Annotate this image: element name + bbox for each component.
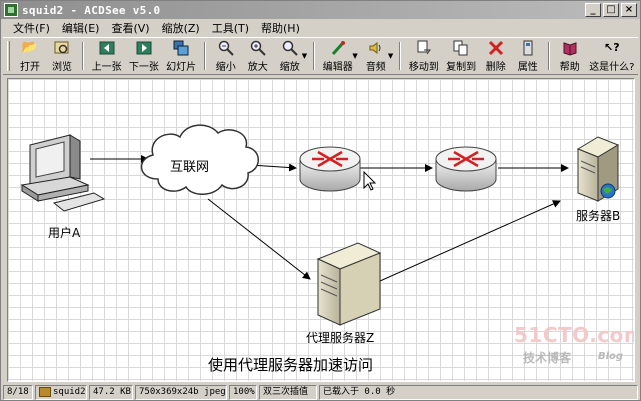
whats-this-icon: ↖? xyxy=(604,40,620,54)
internet-label: 互联网 xyxy=(170,160,210,175)
status-load-time: 已载入于 0.0 秒 xyxy=(319,385,638,400)
toolbar-separator xyxy=(547,42,550,70)
zoom-label: 缩放 xyxy=(279,61,300,73)
zoom-out-icon xyxy=(217,40,235,56)
close-button[interactable]: × xyxy=(621,3,637,17)
toolbar-grip[interactable] xyxy=(7,41,10,71)
toolbar-separator xyxy=(203,42,206,70)
watermark-sub: 技术博客 xyxy=(523,351,572,365)
properties-button[interactable]: 属性 xyxy=(512,38,544,74)
watermark-blog: Blog xyxy=(598,351,624,362)
whats-this-button[interactable]: ↖? 这是什么? xyxy=(586,38,638,74)
link-internet-proxy xyxy=(207,198,311,280)
editor-button[interactable]: 编辑器 xyxy=(319,38,356,74)
menu-view[interactable]: 查看(V) xyxy=(105,20,155,36)
browse-button[interactable]: 浏览 xyxy=(46,38,78,74)
whats-this-label: 这是什么? xyxy=(589,61,635,73)
help-label: 帮助 xyxy=(559,61,580,73)
menu-bar: 文件(F) 编辑(E) 查看(V) 缩放(Z) 工具(T) 帮助(H) xyxy=(1,19,640,36)
editor-label: 编辑器 xyxy=(322,61,353,73)
next-label: 下一张 xyxy=(128,61,159,73)
copy-to-icon xyxy=(452,40,470,56)
editor-dropdown-arrow-icon[interactable]: ▼ xyxy=(352,52,357,60)
zoom-in-icon xyxy=(249,40,267,56)
delete-icon xyxy=(487,40,505,56)
app-icon xyxy=(4,3,18,17)
move-to-button[interactable]: 移动到 xyxy=(405,38,442,74)
next-button[interactable]: 下一张 xyxy=(125,38,162,74)
open-label: 打开 xyxy=(19,61,40,73)
jpeg-file-icon xyxy=(39,386,51,397)
prev-label: 上一张 xyxy=(91,61,122,73)
window-controls: _ □ × xyxy=(585,3,637,17)
link-proxy-server xyxy=(379,200,561,282)
computer-icon xyxy=(20,134,106,212)
move-to-label: 移动到 xyxy=(408,61,439,73)
help-book-icon xyxy=(561,40,579,56)
proxy-label: 代理服务器Z xyxy=(306,331,375,345)
status-interpolation: 双三次插值 xyxy=(259,385,317,400)
server-b-label: 服务器B xyxy=(576,209,621,223)
image-viewer[interactable]: 用户A 互联网 代理服务器Z 服务器B 使用代理服务器加速访问 51CTO.co… xyxy=(7,78,635,382)
proxy-server-icon xyxy=(316,242,382,326)
status-info: 750x369x24b jpeg xyxy=(135,385,227,400)
prev-icon xyxy=(98,40,116,56)
status-zoom: 100% xyxy=(229,385,257,400)
toolbar: 📂 打开 浏览 上一张 下一张 幻灯片 缩小 放大 缩放 ▼ 编辑器 ▼ 音频 … xyxy=(3,37,638,75)
server-icon xyxy=(576,136,620,202)
menu-edit[interactable]: 编辑(E) xyxy=(56,20,106,36)
router-icon xyxy=(299,146,361,192)
properties-label: 属性 xyxy=(517,61,538,73)
slideshow-label: 幻灯片 xyxy=(166,61,197,73)
browse-icon xyxy=(53,40,71,56)
acdsee-window: squid2 - ACDSee v5.0 _ □ × 文件(F) 编辑(E) 查… xyxy=(0,0,641,401)
copy-to-label: 复制到 xyxy=(446,61,477,73)
status-file-name: squid2 xyxy=(53,387,86,397)
audio-dropdown-arrow-icon[interactable]: ▼ xyxy=(388,52,393,60)
status-index: 8/18 xyxy=(3,385,33,400)
browse-label: 浏览 xyxy=(51,61,72,73)
window-title: squid2 - ACDSee v5.0 xyxy=(22,3,161,17)
prev-button[interactable]: 上一张 xyxy=(88,38,125,74)
editor-icon xyxy=(329,40,347,56)
menu-tools[interactable]: 工具(T) xyxy=(206,20,255,36)
help-button[interactable]: 帮助 xyxy=(554,38,586,74)
menu-help[interactable]: 帮助(H) xyxy=(255,20,306,36)
router-icon xyxy=(435,146,497,192)
slideshow-button[interactable]: 幻灯片 xyxy=(163,38,200,74)
delete-button[interactable]: 删除 xyxy=(480,38,512,74)
move-to-icon xyxy=(415,40,433,56)
toolbar-separator xyxy=(81,42,84,70)
mouse-cursor-icon xyxy=(363,170,377,191)
zoom-in-label: 放大 xyxy=(247,61,268,73)
status-size: 47.2 KB xyxy=(89,385,133,400)
audio-label: 音频 xyxy=(365,61,386,73)
title-bar[interactable]: squid2 - ACDSee v5.0 _ □ × xyxy=(1,1,640,19)
next-icon xyxy=(135,40,153,56)
diagram-caption: 使用代理服务器加速访问 xyxy=(208,356,374,374)
open-button[interactable]: 📂 打开 xyxy=(14,38,46,74)
delete-label: 删除 xyxy=(485,61,506,73)
menu-file[interactable]: 文件(F) xyxy=(7,20,56,36)
maximize-button[interactable]: □ xyxy=(603,3,619,17)
zoom-out-button[interactable]: 缩小 xyxy=(210,38,242,74)
audio-icon xyxy=(367,40,385,56)
menu-zoom[interactable]: 缩放(Z) xyxy=(156,20,206,36)
properties-icon xyxy=(519,40,537,56)
status-bar: 8/18 squid2 47.2 KB 750x369x24b jpeg 100… xyxy=(3,385,638,400)
watermark-site: 51CTO.com xyxy=(514,323,635,347)
folder-open-icon: 📂 xyxy=(21,39,39,55)
zoom-out-label: 缩小 xyxy=(215,61,236,73)
user-a-label: 用户A xyxy=(48,226,81,240)
toolbar-separator xyxy=(313,42,316,70)
copy-to-button[interactable]: 复制到 xyxy=(442,38,479,74)
toolbar-separator xyxy=(399,42,402,70)
zoom-icon xyxy=(281,40,299,56)
status-file: squid2 xyxy=(35,385,87,400)
slideshow-icon xyxy=(172,40,190,56)
zoom-in-button[interactable]: 放大 xyxy=(242,38,274,74)
minimize-button[interactable]: _ xyxy=(585,3,601,17)
zoom-dropdown-arrow-icon[interactable]: ▼ xyxy=(302,52,307,60)
